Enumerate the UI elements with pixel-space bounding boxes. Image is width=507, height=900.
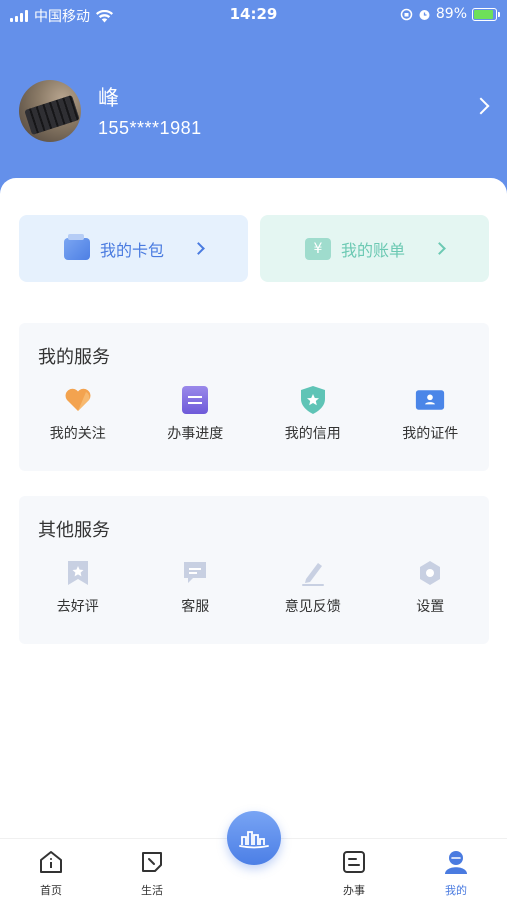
tab-label: 办事	[343, 884, 365, 897]
tab-label: 我的	[445, 884, 467, 897]
my-services-panel: 我的服务 我的关注 办事进度 我的信用 我的证件	[19, 323, 489, 471]
other-services-panel: 其他服务 去好评 客服 意见反馈 设置	[19, 496, 489, 644]
wallet-label: 我的卡包	[99, 240, 164, 260]
home-icon	[40, 851, 62, 873]
battery-fill	[474, 9, 493, 19]
battery-icon	[472, 7, 500, 21]
other-services-grid: 去好评 客服 意见反馈 设置	[19, 558, 489, 616]
city-icon	[239, 831, 269, 849]
life-icon	[142, 852, 162, 872]
bill-card-button[interactable]: ¥ 我的账单	[260, 215, 489, 282]
other-label: 去好评	[56, 599, 99, 615]
wallet-icon	[63, 233, 90, 260]
tab-home[interactable]: 首页	[21, 849, 81, 898]
credit-shield-icon	[298, 385, 328, 415]
service-item-id[interactable]: 我的证件	[372, 385, 490, 443]
service-item-progress[interactable]: 办事进度	[137, 385, 255, 443]
tab-label: 生活	[141, 884, 163, 897]
bill-label: 我的账单	[340, 240, 405, 260]
user-phone: 155****1981	[98, 118, 202, 138]
center-city-button[interactable]	[227, 811, 281, 865]
profile-icon	[445, 851, 467, 874]
tab-label: 首页	[40, 884, 62, 897]
other-item-settings[interactable]: 设置	[372, 558, 490, 616]
other-services-title: 其他服务	[38, 520, 110, 541]
user-name: 峰	[98, 86, 119, 110]
alarm-icon	[419, 9, 430, 20]
battery-percent: 89%	[435, 6, 467, 22]
tab-life[interactable]: 生活	[122, 849, 182, 898]
other-label: 设置	[416, 599, 445, 615]
status-bar: 中国移动 14:29 89%	[0, 0, 507, 30]
tasks-icon	[343, 851, 365, 873]
other-item-rate[interactable]: 去好评	[19, 558, 137, 616]
tab-mine[interactable]: 我的	[426, 849, 486, 898]
other-item-feedback[interactable]: 意见反馈	[254, 558, 372, 616]
progress-doc-icon	[180, 385, 210, 415]
service-label: 我的证件	[402, 426, 459, 442]
other-label: 客服	[181, 599, 210, 615]
yuan-bill-icon: ¥	[304, 237, 331, 260]
tab-tasks[interactable]: 办事	[324, 849, 384, 898]
my-services-title: 我的服务	[38, 347, 110, 368]
settings-icon	[415, 558, 445, 588]
avatar-keyboard-photo	[24, 94, 80, 136]
service-item-follow[interactable]: 我的关注	[19, 385, 137, 443]
wallet-card-button[interactable]: 我的卡包	[19, 215, 248, 282]
chevron-right-icon	[433, 242, 446, 255]
service-label: 我的信用	[284, 426, 341, 442]
pen-icon	[298, 558, 328, 588]
bookmark-star-icon	[63, 558, 93, 588]
heart-icon	[63, 385, 93, 415]
avatar[interactable]	[19, 80, 81, 142]
id-card-icon	[415, 385, 445, 415]
other-item-support[interactable]: 客服	[137, 558, 255, 616]
chat-icon	[180, 558, 210, 588]
status-right: 89%	[400, 6, 500, 22]
other-label: 意见反馈	[284, 599, 341, 615]
my-services-grid: 我的关注 办事进度 我的信用 我的证件	[19, 385, 489, 443]
service-item-credit[interactable]: 我的信用	[254, 385, 372, 443]
chevron-right-icon	[192, 242, 205, 255]
service-label: 我的关注	[49, 426, 106, 442]
service-label: 办事进度	[167, 426, 224, 442]
orientation-lock-icon	[400, 8, 413, 20]
